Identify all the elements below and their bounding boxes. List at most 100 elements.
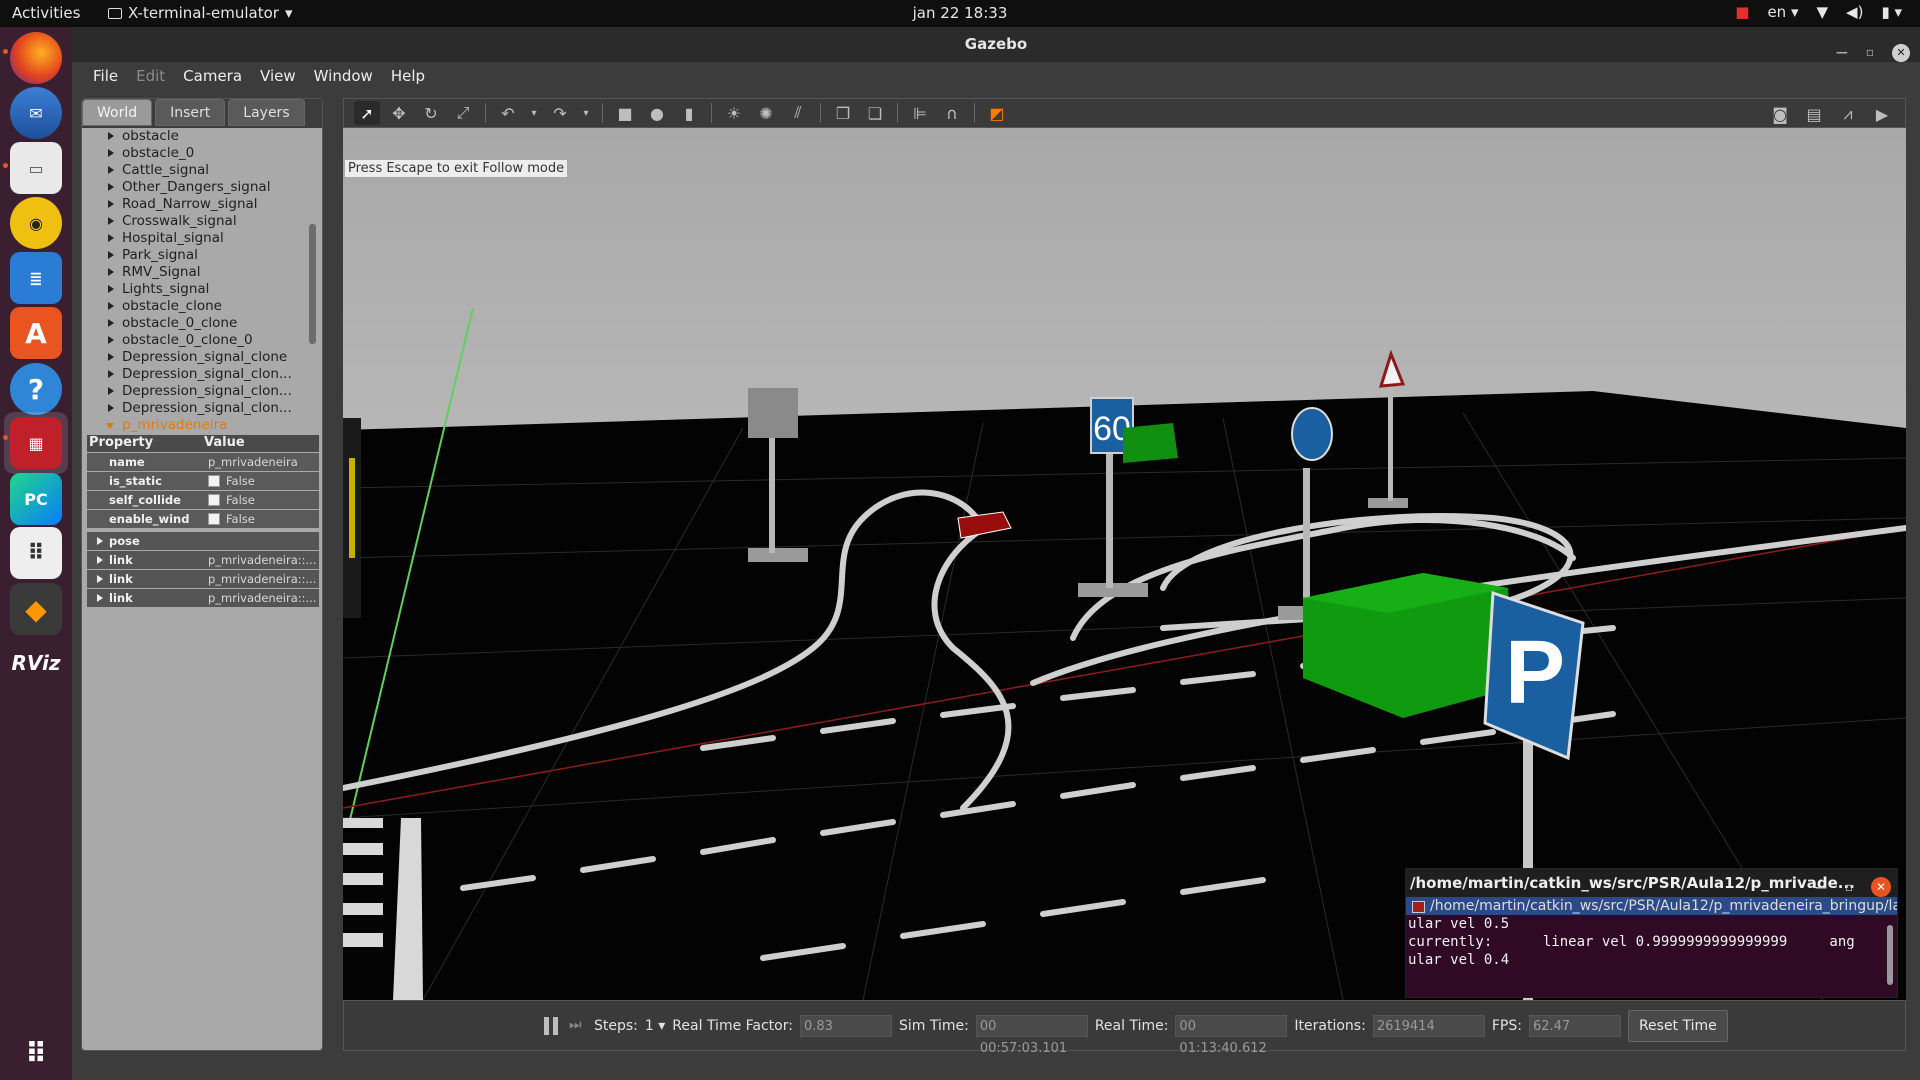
show-applications-icon[interactable]: ⠿ <box>10 1027 62 1079</box>
pycharm-icon[interactable]: PC <box>10 473 62 525</box>
property-group-pose[interactable]: pose <box>87 532 319 550</box>
tree-scrollbar[interactable] <box>309 224 316 344</box>
sublime-icon[interactable]: ◆ <box>10 583 62 635</box>
language-indicator[interactable]: en ▾ <box>1767 3 1798 21</box>
redo-icon[interactable]: ↷ <box>547 101 573 125</box>
property-group-link[interactable]: link p_mrivadeneira::... <box>87 589 319 607</box>
tree-item[interactable]: Depression_signal_clon... <box>82 366 304 383</box>
maximize-icon[interactable]: ▫ <box>1845 873 1853 897</box>
cylinder-shape-icon[interactable]: ▮ <box>676 101 702 125</box>
writer-icon[interactable]: ≣ <box>10 252 62 304</box>
copy-icon[interactable]: ❐ <box>830 101 856 125</box>
plot-icon[interactable]: ⩘ <box>1835 102 1861 126</box>
tree-item[interactable]: Park_signal <box>82 247 304 264</box>
screenshot-icon[interactable]: ◙ <box>1767 102 1793 126</box>
property-group-link[interactable]: link p_mrivadeneira::... <box>87 551 319 569</box>
tree-item[interactable]: Depression_signal_clon... <box>82 383 304 400</box>
menu-file[interactable]: File <box>84 67 127 85</box>
tree-item[interactable]: Other_Dangers_signal <box>82 179 304 196</box>
checkbox[interactable] <box>208 475 220 487</box>
step-icon[interactable]: ⏭ <box>569 1017 587 1035</box>
tree-item[interactable]: Depression_signal_clon... <box>82 400 304 417</box>
clock[interactable]: jan 22 18:33 <box>913 4 1008 22</box>
undo-icon[interactable]: ↶ <box>495 101 521 125</box>
help-icon[interactable]: ? <box>10 363 62 415</box>
top-bar: Activities X-terminal-emulator ▾ jan 22 … <box>0 0 1920 27</box>
app-grid-icon[interactable]: ⠿ <box>10 527 62 579</box>
snap-icon[interactable]: ∩ <box>939 101 965 125</box>
property-group-link[interactable]: link p_mrivadeneira::... <box>87 570 319 588</box>
tree-item[interactable]: Depression_signal_clone <box>82 349 304 366</box>
view-angle-icon[interactable]: ◩ <box>984 101 1010 125</box>
tab-world[interactable]: World <box>82 99 153 126</box>
scale-mode-icon[interactable]: ⤢ <box>450 101 476 125</box>
software-icon[interactable]: A <box>10 307 62 359</box>
pause-icon[interactable] <box>544 1016 562 1035</box>
spot-light-icon[interactable]: ✺ <box>753 101 779 125</box>
terminal-scrollbar[interactable] <box>1887 925 1893 985</box>
redo-history-icon[interactable]: ▾ <box>579 101 593 125</box>
translate-mode-icon[interactable]: ✥ <box>386 101 412 125</box>
point-light-icon[interactable]: ☀ <box>721 101 747 125</box>
menu-view[interactable]: View <box>251 67 305 85</box>
firefox-icon[interactable] <box>10 32 62 84</box>
terminal-window[interactable]: /home/martin/catkin_ws/src/PSR/Aula12/p_… <box>1405 868 1898 998</box>
minimize-icon[interactable]: — <box>1815 873 1827 897</box>
menu-window[interactable]: Window <box>305 67 382 85</box>
undo-history-icon[interactable]: ▾ <box>527 101 541 125</box>
paste-icon[interactable]: ❏ <box>862 101 888 125</box>
terminal-titlebar[interactable]: /home/martin/catkin_ws/src/PSR/Aula12/p_… <box>1406 869 1897 897</box>
tree-item[interactable]: Lights_signal <box>82 281 304 298</box>
tree-item[interactable]: obstacle <box>82 128 304 145</box>
tree-item[interactable]: Cattle_signal <box>82 162 304 179</box>
menu-edit[interactable]: Edit <box>127 67 174 85</box>
files-icon[interactable]: ▭ <box>10 142 62 194</box>
tree-item-selected[interactable]: p_mrivadeneira <box>82 417 304 434</box>
tree-item[interactable]: RMV_Signal <box>82 264 304 281</box>
tree-item[interactable]: Hospital_signal <box>82 230 304 247</box>
terminal-app-icon[interactable]: ▦ <box>10 417 62 469</box>
box-shape-icon[interactable]: ■ <box>612 101 638 125</box>
terminal-tab[interactable]: /home/martin/catkin_ws/src/PSR/Aula12/p_… <box>1406 897 1897 915</box>
close-icon[interactable]: ✕ <box>1892 43 1910 62</box>
property-row-enable-wind[interactable]: enable_wind False <box>87 510 319 528</box>
close-icon[interactable]: ✕ <box>1871 877 1891 897</box>
select-mode-icon[interactable]: ➚ <box>354 101 380 125</box>
steps-spinner[interactable]: 1 ▾ <box>645 1018 665 1034</box>
tree-item[interactable]: obstacle_clone <box>82 298 304 315</box>
sphere-shape-icon[interactable]: ● <box>644 101 670 125</box>
video-record-icon[interactable]: ▶ <box>1869 102 1895 126</box>
rotate-mode-icon[interactable]: ↻ <box>418 101 444 125</box>
menu-camera[interactable]: Camera <box>174 67 251 85</box>
reset-time-button[interactable]: Reset Time <box>1627 1009 1728 1042</box>
terminal-line: ular vel 0.5 <box>1408 916 1510 932</box>
tree-item[interactable]: Road_Narrow_signal <box>82 196 304 213</box>
world-tree[interactable]: obstacle obstacle_0 Cattle_signal Other_… <box>82 128 322 434</box>
property-row-self-collide[interactable]: self_collide False <box>87 491 319 509</box>
tree-item[interactable]: obstacle_0_clone_0 <box>82 332 304 349</box>
minimize-icon[interactable]: — <box>1836 35 1848 70</box>
property-row-is-static[interactable]: is_static False <box>87 472 319 490</box>
thunderbird-icon[interactable]: ✉ <box>10 87 62 139</box>
property-row-name[interactable]: name p_mrivadeneira <box>87 453 319 471</box>
align-icon[interactable]: ⊫ <box>907 101 933 125</box>
terminal-output[interactable]: ular vel 0.5 currently: linear vel 0.999… <box>1406 915 1897 969</box>
window-titlebar[interactable]: Gazebo — ▫ ✕ <box>72 27 1920 62</box>
tree-item[interactable]: obstacle_0 <box>82 145 304 162</box>
checkbox[interactable] <box>208 513 220 525</box>
rviz-icon[interactable]: RViz <box>10 637 62 689</box>
system-tray[interactable]: ■ en ▾ ▼ ◀) ▮ ▾ <box>1735 3 1902 21</box>
checkbox[interactable] <box>208 494 220 506</box>
menu-help[interactable]: Help <box>382 67 434 85</box>
tree-item[interactable]: Crosswalk_signal <box>82 213 304 230</box>
running-indicator <box>3 435 8 440</box>
log-icon[interactable]: ▤ <box>1801 102 1827 126</box>
tree-item[interactable]: obstacle_0_clone <box>82 315 304 332</box>
app-menu[interactable]: X-terminal-emulator ▾ <box>108 4 292 22</box>
rhythmbox-icon[interactable]: ◉ <box>10 197 62 249</box>
tab-layers[interactable]: Layers <box>228 99 305 126</box>
maximize-icon[interactable]: ▫ <box>1866 35 1874 70</box>
directional-light-icon[interactable]: ⫽ <box>785 101 811 125</box>
activities-button[interactable]: Activities <box>12 4 80 22</box>
tab-insert[interactable]: Insert <box>155 99 226 126</box>
